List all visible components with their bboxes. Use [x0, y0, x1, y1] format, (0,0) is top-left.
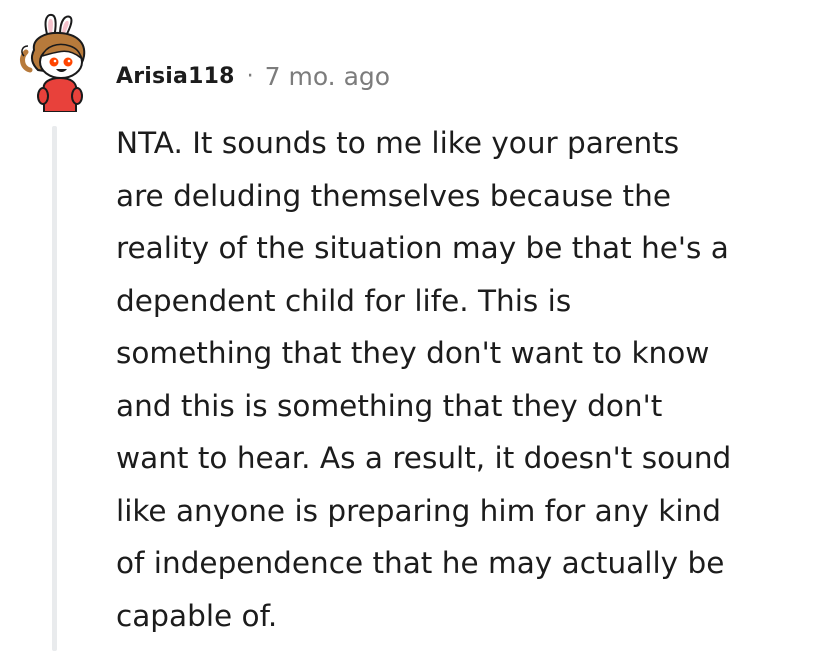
comment-timestamp[interactable]: 7 mo. ago: [265, 62, 390, 91]
snoo-avatar-icon: [20, 13, 86, 113]
comment: Arisia118 · 7 mo. ago NTA. It sounds to …: [0, 0, 823, 651]
comment-body-line: capable of.: [116, 598, 278, 633]
comment-body-line: are deluding themselves because the: [116, 178, 671, 213]
username-link[interactable]: Arisia118: [116, 64, 235, 89]
meta-separator: ·: [246, 63, 254, 89]
comment-body-line: dependent child for life. This is: [116, 283, 572, 318]
comment-body-line: want to hear. As a result, it doesn't so…: [116, 441, 732, 475]
comment-body-line: of independence that he may actually be: [116, 546, 725, 580]
comment-body: NTA. It sounds to me like your parents a…: [116, 117, 816, 642]
comment-header: Arisia118 · 7 mo. ago: [116, 56, 390, 96]
comment-body-line: NTA. It sounds to me like your parents: [116, 126, 680, 160]
comment-body-line: something that they don't want to know: [116, 336, 710, 370]
comment-body-line: like anyone is preparing him for any kin…: [116, 493, 721, 528]
comment-body-line: and this is something that they don't: [116, 388, 663, 423]
comment-body-line: reality of the situation may be that he'…: [116, 231, 729, 265]
user-avatar[interactable]: [14, 12, 110, 113]
thread-line[interactable]: [52, 126, 57, 651]
